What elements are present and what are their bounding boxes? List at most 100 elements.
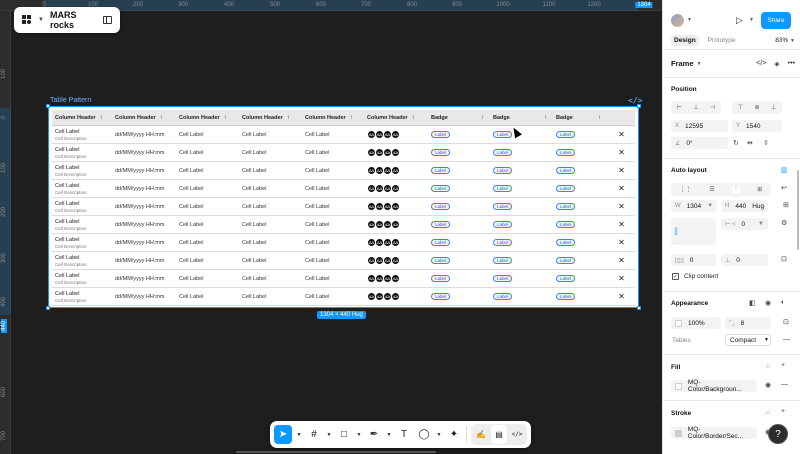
close-icon[interactable]: ✕ bbox=[605, 130, 635, 139]
individual-padding-icon[interactable]: ⊡ bbox=[781, 255, 787, 263]
avatar[interactable] bbox=[671, 14, 684, 27]
design-mode-icon[interactable]: ▤ bbox=[491, 425, 507, 444]
corner-radius-field[interactable]: ⌜⌟ 8 bbox=[725, 317, 771, 329]
rotation-field[interactable]: ∠ 0° bbox=[671, 137, 728, 149]
table-row[interactable]: Cell Label Cell Description dd/MM/yyyy HH:… bbox=[52, 162, 635, 180]
visibility-eye-icon[interactable]: ◉ bbox=[765, 299, 771, 307]
tab-prototype[interactable]: Prototype bbox=[705, 35, 739, 46]
clip-content-checkbox[interactable]: ✓ bbox=[672, 273, 679, 280]
y-position-field[interactable]: Y 1540 bbox=[732, 120, 782, 132]
x-position-field[interactable]: X 12595 bbox=[671, 120, 728, 132]
align-top-icon[interactable]: ⊤ bbox=[738, 104, 743, 111]
close-icon[interactable]: ✕ bbox=[605, 256, 635, 265]
chevron-down-icon[interactable]: ▼ bbox=[687, 17, 692, 23]
resize-handle[interactable] bbox=[46, 104, 50, 108]
column-header[interactable]: Column Header ↑ bbox=[176, 115, 239, 121]
present-icon[interactable]: ▷ bbox=[736, 15, 743, 26]
close-icon[interactable]: ✕ bbox=[605, 202, 635, 211]
pen-tool-icon[interactable]: ✒ bbox=[366, 425, 382, 444]
stroke-style-field[interactable]: MQ-Color/Border/Sec... bbox=[671, 426, 757, 440]
close-icon[interactable]: ✕ bbox=[605, 274, 635, 283]
style-icon[interactable]: ◧ bbox=[749, 299, 756, 307]
panel-scrollbar[interactable] bbox=[797, 170, 799, 250]
comment-tool-icon[interactable]: ◯ bbox=[416, 425, 432, 444]
fill-style-field[interactable]: MQ-Color/Backgroun... bbox=[671, 379, 757, 393]
column-header[interactable]: Column Header ↑ bbox=[112, 115, 176, 121]
chevron-down-icon[interactable]: ▼ bbox=[386, 425, 392, 444]
add-stroke-icon[interactable]: + bbox=[781, 408, 785, 415]
flip-vertical-icon[interactable]: ⇳ bbox=[763, 139, 769, 147]
frame-title[interactable]: Table Pattern bbox=[50, 97, 91, 104]
move-tool-icon[interactable]: ➤ bbox=[274, 425, 292, 444]
resize-handle[interactable] bbox=[637, 104, 641, 108]
horizontal-scrollbar[interactable] bbox=[236, 451, 436, 453]
close-icon[interactable]: ✕ bbox=[605, 238, 635, 247]
alignment-grid[interactable]: ⫿ bbox=[671, 218, 716, 245]
shape-tool-icon[interactable]: □ bbox=[336, 425, 352, 444]
toggle-panel-icon[interactable] bbox=[103, 16, 112, 24]
align-left-icon[interactable]: ⊢ bbox=[677, 104, 682, 111]
close-icon[interactable]: ✕ bbox=[605, 184, 635, 193]
text-tool-icon[interactable]: T bbox=[396, 425, 412, 444]
table-row[interactable]: Cell Label Cell Description dd/MM/yyyy HH:… bbox=[52, 234, 635, 252]
vertical-padding-field[interactable]: ⊥ 0 bbox=[721, 254, 768, 266]
chevron-down-icon[interactable]: ▼ bbox=[697, 61, 702, 67]
width-field[interactable]: W 1304 ▼ bbox=[671, 200, 717, 212]
layout-wrap-icon[interactable]: ⊞ bbox=[757, 186, 762, 193]
styles-grid-icon[interactable]: ⁘ bbox=[765, 363, 771, 371]
constraints-icon[interactable]: ⊞ bbox=[783, 201, 789, 209]
tab-design[interactable]: Design bbox=[671, 35, 699, 46]
align-middle-icon[interactable]: ⊕ bbox=[754, 104, 759, 111]
column-header[interactable]: Badge ↑ bbox=[490, 115, 553, 121]
layout-vertical-icon[interactable]: ☰ bbox=[709, 186, 714, 193]
column-header[interactable]: Column Header ↑ bbox=[239, 115, 302, 121]
horizontal-padding-field[interactable]: |◫| 0 bbox=[671, 254, 716, 266]
actions-tool-icon[interactable]: ✦ bbox=[446, 425, 462, 444]
column-header[interactable]: Column Header ↑ bbox=[364, 115, 428, 121]
visibility-eye-icon[interactable]: ◉ bbox=[765, 381, 771, 389]
frame-tool-icon[interactable]: # bbox=[306, 425, 322, 444]
chevron-down-icon[interactable]: ▼ bbox=[356, 425, 362, 444]
chevron-down-icon[interactable]: ▼ bbox=[326, 425, 332, 444]
tables-mode-select[interactable]: Compact ▼ bbox=[725, 334, 771, 346]
column-header[interactable]: Badge ↑ bbox=[553, 115, 605, 121]
draw-mode-icon[interactable]: ✍ bbox=[473, 425, 489, 444]
file-name[interactable]: MARS rocks bbox=[50, 10, 97, 30]
figma-logo-icon[interactable] bbox=[22, 15, 32, 25]
settings-sliders-icon[interactable]: ⚙ bbox=[781, 219, 787, 227]
table-row[interactable]: Cell Label Cell Description dd/MM/yyyy HH:… bbox=[52, 126, 635, 144]
styles-grid-icon[interactable]: ⁘ bbox=[765, 409, 771, 417]
component-icon[interactable]: ◈ bbox=[774, 60, 779, 68]
chevron-down-icon[interactable]: ▼ bbox=[296, 425, 302, 444]
zoom-select[interactable]: 83% ▼ bbox=[775, 37, 795, 44]
gap-field[interactable]: ⊢⊣ 0 ▼ bbox=[721, 218, 768, 230]
align-center-h-icon[interactable]: ⊥ bbox=[693, 104, 698, 111]
wrap-icon[interactable]: ↩ bbox=[781, 184, 787, 192]
height-field[interactable]: H 440 Hug bbox=[721, 200, 768, 212]
column-header[interactable]: Column Header ↑ bbox=[302, 115, 364, 121]
remove-icon[interactable]: — bbox=[781, 381, 788, 388]
chevron-down-icon[interactable]: ▼ bbox=[749, 17, 754, 23]
dev-mode-icon[interactable]: </> bbox=[509, 425, 525, 444]
auto-layout-icon[interactable]: ▥ bbox=[781, 166, 788, 174]
help-button[interactable]: ? bbox=[768, 424, 788, 444]
align-right-icon[interactable]: ⊣ bbox=[710, 104, 715, 111]
table-row[interactable]: Cell Label Cell Description dd/MM/yyyy HH:… bbox=[52, 270, 635, 288]
column-header[interactable]: Badge ↑ bbox=[428, 115, 490, 121]
align-bottom-icon[interactable]: ⊥ bbox=[771, 104, 776, 111]
table-row[interactable]: Cell Label Cell Description dd/MM/yyyy HH:… bbox=[52, 144, 635, 162]
close-icon[interactable]: ✕ bbox=[605, 220, 635, 229]
table-row[interactable]: Cell Label Cell Description dd/MM/yyyy HH:… bbox=[52, 288, 635, 306]
chevron-down-icon[interactable]: ▼ bbox=[436, 425, 442, 444]
table-frame[interactable]: Column Header ↑ Column Header ↑ Column Hea… bbox=[46, 104, 641, 310]
share-button[interactable]: Share bbox=[761, 12, 791, 29]
close-icon[interactable]: ✕ bbox=[605, 148, 635, 157]
close-icon[interactable]: ✕ bbox=[605, 166, 635, 175]
table-row[interactable]: Cell Label Cell Description dd/MM/yyyy HH:… bbox=[52, 180, 635, 198]
file-menu[interactable]: ▼ MARS rocks bbox=[14, 7, 120, 33]
resize-handle[interactable] bbox=[46, 306, 50, 310]
chevron-down-icon[interactable]: ▼ bbox=[38, 17, 44, 23]
layout-horizontal-icon[interactable]: ⫶ bbox=[732, 186, 740, 193]
opacity-field[interactable]: 100% bbox=[671, 317, 721, 329]
individual-corners-icon[interactable]: ⊡ bbox=[783, 318, 789, 326]
